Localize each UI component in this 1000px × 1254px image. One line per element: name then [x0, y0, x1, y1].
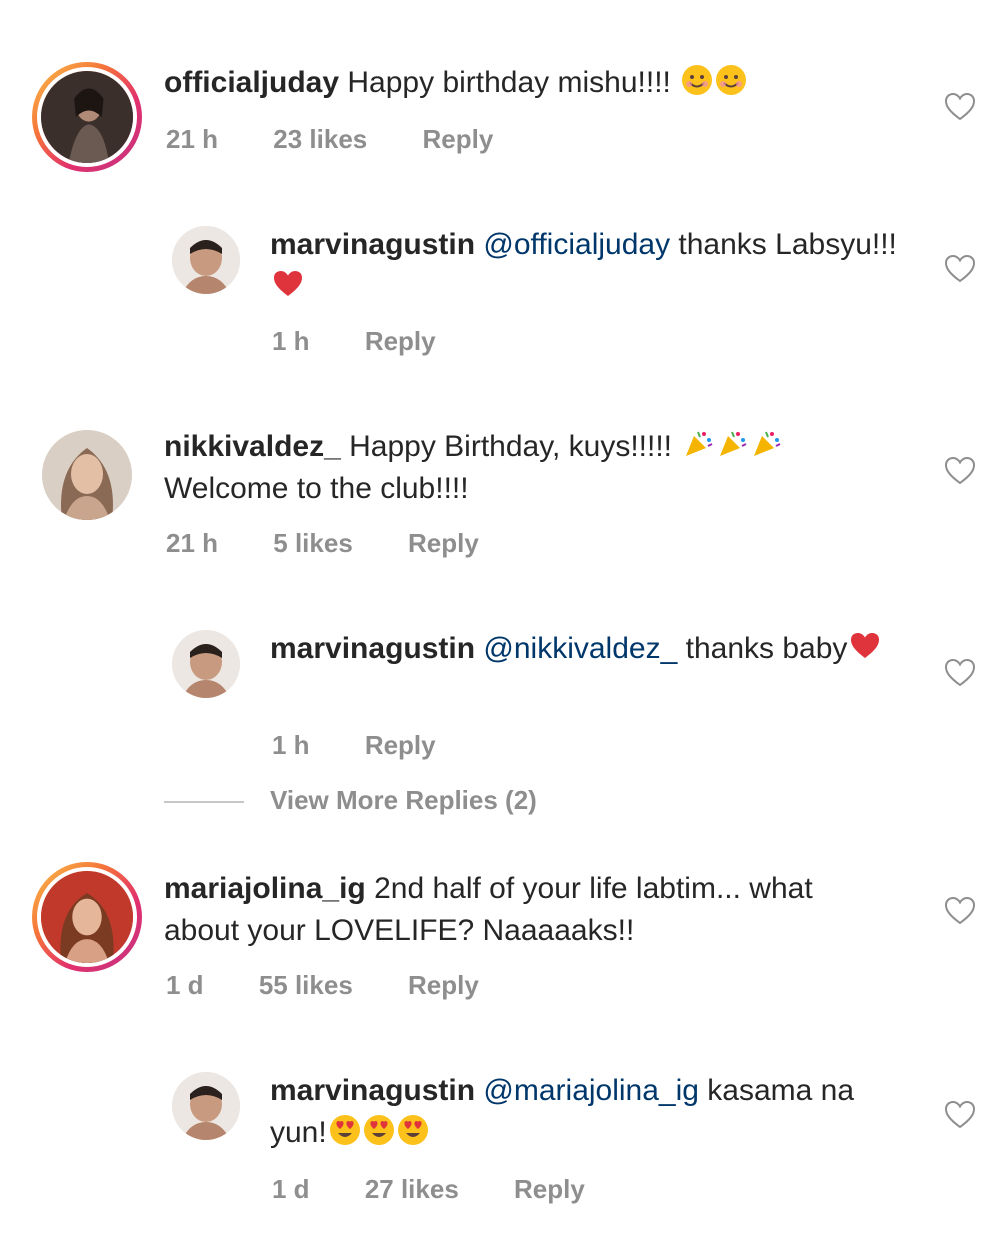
timestamp: 1 h	[272, 326, 310, 356]
username[interactable]: nikkivaldez_	[164, 430, 341, 463]
view-more-label[interactable]: View More Replies (2)	[270, 785, 537, 815]
heart-eyes-emoji	[397, 1115, 428, 1145]
comment-meta: 1 h Reply	[272, 326, 484, 357]
party-popper-emoji	[720, 431, 747, 456]
mention-link[interactable]: @mariajolina_ig	[483, 1074, 699, 1107]
comment-text: marvinagustin @mariajolina_ig kasama na …	[270, 1070, 910, 1154]
likes-count[interactable]: 23 likes	[273, 124, 367, 154]
reply-button[interactable]: Reply	[365, 326, 436, 356]
mention-link[interactable]: @officialjuday	[483, 228, 670, 261]
comment-text: mariajolina_ig 2nd half of your life lab…	[164, 868, 894, 952]
mention-link[interactable]: @nikkivaldez_	[483, 632, 677, 665]
smiling-face-emoji	[682, 65, 713, 95]
comment-text: marvinagustin @nikkivaldez_ thanks baby	[270, 628, 900, 670]
like-heart-icon[interactable]	[944, 254, 976, 284]
like-heart-icon[interactable]	[944, 1100, 976, 1130]
avatar[interactable]	[172, 630, 240, 698]
reply-button[interactable]: Reply	[365, 730, 436, 760]
likes-count[interactable]: 27 likes	[365, 1174, 459, 1204]
timestamp: 21 h	[166, 528, 219, 558]
avatar[interactable]	[42, 430, 132, 520]
profile-photo	[172, 226, 240, 294]
comment-text: officialjuday Happy birthday mishu!!!!	[164, 62, 924, 104]
comment-meta: 21 h 5 likes Reply	[166, 528, 527, 559]
timestamp: 1 d	[166, 970, 204, 1000]
profile-photo	[42, 430, 132, 520]
like-heart-icon[interactable]	[944, 896, 976, 926]
profile-photo	[172, 1072, 240, 1140]
username[interactable]: marvinagustin	[270, 632, 475, 665]
username[interactable]: mariajolina_ig	[164, 872, 366, 905]
party-popper-emoji	[754, 431, 781, 456]
smiling-face-emoji	[716, 65, 747, 95]
heart-eyes-emoji	[363, 1115, 394, 1145]
comment-meta: 1 d 55 likes Reply	[166, 970, 527, 1001]
view-more-replies[interactable]: View More Replies (2)	[164, 785, 537, 816]
timestamp: 21 h	[166, 124, 219, 154]
reply-button[interactable]: Reply	[408, 528, 479, 558]
reply-button[interactable]: Reply	[408, 970, 479, 1000]
profile-photo	[41, 71, 133, 163]
avatar[interactable]	[172, 1072, 240, 1140]
red-heart-emoji	[851, 633, 880, 658]
comment-meta: 1 d 27 likes Reply	[272, 1174, 633, 1205]
reply-button[interactable]: Reply	[514, 1174, 585, 1204]
red-heart-emoji	[274, 271, 302, 296]
timestamp: 1 d	[272, 1174, 310, 1204]
comment-body: Happy birthday mishu!!!!	[347, 66, 671, 99]
avatar[interactable]	[32, 62, 142, 172]
heart-eyes-emoji	[329, 1115, 360, 1145]
avatar[interactable]	[172, 226, 240, 294]
timestamp: 1 h	[272, 730, 310, 760]
comment-meta: 21 h 23 likes Reply	[166, 124, 541, 155]
comment-text: nikkivaldez_ Happy Birthday, kuys!!!!! W…	[164, 426, 924, 510]
like-heart-icon[interactable]	[944, 92, 976, 122]
username[interactable]: marvinagustin	[270, 1074, 475, 1107]
comment-body: thanks Labsyu!!!	[670, 228, 897, 261]
username[interactable]: marvinagustin	[270, 228, 475, 261]
comment-meta: 1 h Reply	[272, 730, 484, 761]
avatar[interactable]	[32, 862, 142, 972]
comment-body-line2: Welcome to the club!!!!	[164, 472, 469, 505]
party-popper-emoji	[686, 431, 713, 456]
comment-body: thanks baby	[677, 632, 848, 665]
profile-photo	[41, 871, 133, 963]
like-heart-icon[interactable]	[944, 456, 976, 486]
divider-line	[164, 801, 244, 804]
comment-body: Happy Birthday, kuys!!!!!	[349, 430, 673, 463]
username[interactable]: officialjuday	[164, 66, 339, 99]
like-heart-icon[interactable]	[944, 658, 976, 688]
likes-count[interactable]: 55 likes	[259, 970, 353, 1000]
likes-count[interactable]: 5 likes	[273, 528, 353, 558]
profile-photo	[172, 630, 240, 698]
reply-button[interactable]: Reply	[422, 124, 493, 154]
comment-text: marvinagustin @officialjuday thanks Labs…	[270, 224, 900, 308]
